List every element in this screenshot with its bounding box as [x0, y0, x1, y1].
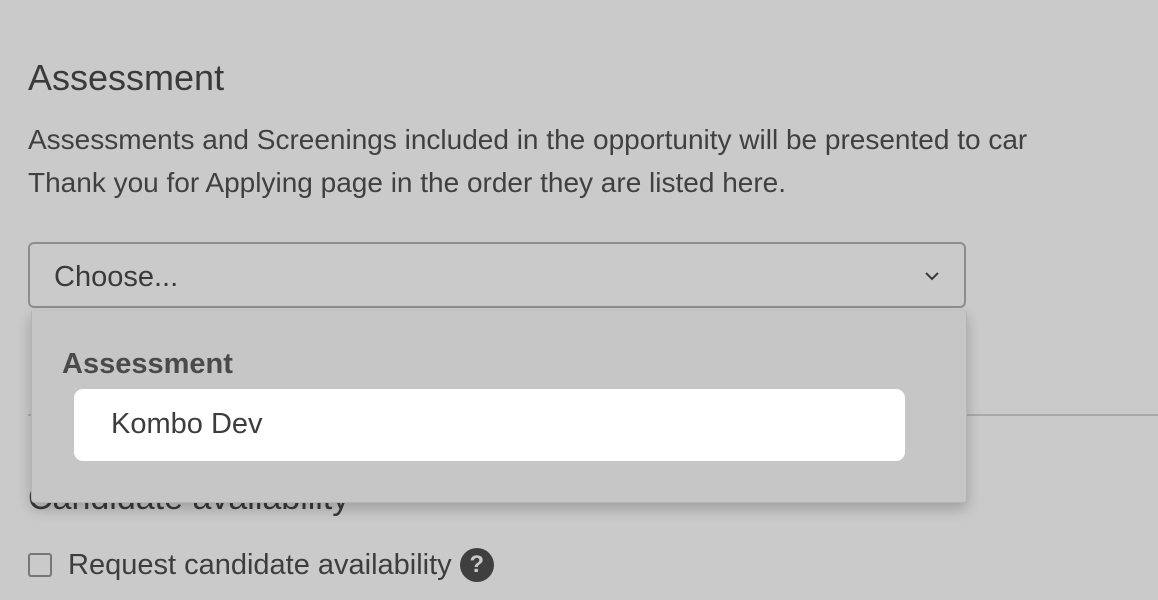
- description-line-2: Thank you for Applying page in the order…: [28, 167, 787, 198]
- assessment-select[interactable]: Choose...: [28, 242, 966, 308]
- request-availability-row: Request candidate availability ?: [28, 545, 494, 585]
- assessment-description: Assessments and Screenings included in t…: [28, 118, 1027, 204]
- chevron-down-icon: [925, 272, 939, 281]
- assessment-dropdown-menu: Assessment Kombo Dev: [31, 311, 967, 503]
- help-icon[interactable]: ?: [459, 548, 494, 582]
- description-line-1: Assessments and Screenings included in t…: [28, 124, 1028, 155]
- dropdown-option-label: Kombo Dev: [111, 408, 263, 440]
- dropdown-option-kombo-dev[interactable]: Kombo Dev: [74, 389, 905, 461]
- request-availability-checkbox[interactable]: [28, 553, 52, 577]
- request-availability-label[interactable]: Request candidate availability: [68, 547, 452, 583]
- assessment-title: Assessment: [28, 57, 225, 98]
- dropdown-group-label: Assessment: [62, 348, 233, 380]
- assessment-select-value: Choose...: [54, 261, 179, 293]
